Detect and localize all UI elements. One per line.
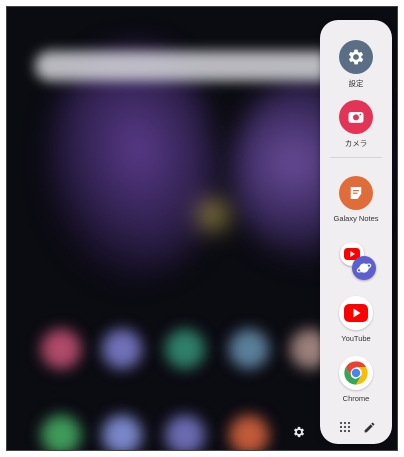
app-pair-youtube-internet-icon <box>334 240 378 282</box>
camera-icon <box>339 100 373 134</box>
gear-icon[interactable] <box>291 425 307 441</box>
edge-app-camera[interactable]: カメラ <box>320 100 392 149</box>
blurred-dock-icon <box>41 415 81 450</box>
blurred-app-icon <box>102 329 142 369</box>
apps-grid-icon[interactable] <box>335 417 355 437</box>
panel-divider <box>330 157 382 158</box>
blurred-app-icon <box>165 329 205 369</box>
notes-icon <box>339 176 373 210</box>
chrome-icon <box>339 356 373 390</box>
blurred-dock-icon <box>102 415 142 450</box>
edge-app-label: 設定 <box>348 79 364 88</box>
edge-app-label: カメラ <box>344 139 368 148</box>
blurred-dock-icon <box>229 415 269 450</box>
edge-app-settings[interactable]: 設定 <box>320 40 392 89</box>
edge-app-label: Galaxy Notes <box>333 214 379 223</box>
youtube-icon <box>339 296 373 330</box>
blurred-dock-icon <box>165 415 205 450</box>
edge-app-label: Chrome <box>342 394 370 403</box>
edge-app-label: YouTube <box>341 334 371 343</box>
edge-app-chrome[interactable]: Chrome <box>320 356 392 403</box>
internet-browser-icon <box>352 256 376 280</box>
edge-app-youtube[interactable]: YouTube <box>320 296 392 343</box>
blurred-app-icon <box>41 329 81 369</box>
blurred-search-bar <box>35 51 340 81</box>
gear-icon-graphic <box>293 426 305 438</box>
edge-app-pair[interactable] <box>320 240 392 282</box>
settings-gear-icon <box>339 40 373 74</box>
edit-pencil-icon[interactable] <box>359 417 379 437</box>
edge-panel-apps[interactable]: 設定 カメラ Galaxy Notes YouTube Chrome <box>320 20 392 444</box>
edge-app-galaxy-notes[interactable]: Galaxy Notes <box>320 176 392 223</box>
blurred-app-icon <box>229 329 269 369</box>
wallpaper-glow <box>195 197 231 233</box>
